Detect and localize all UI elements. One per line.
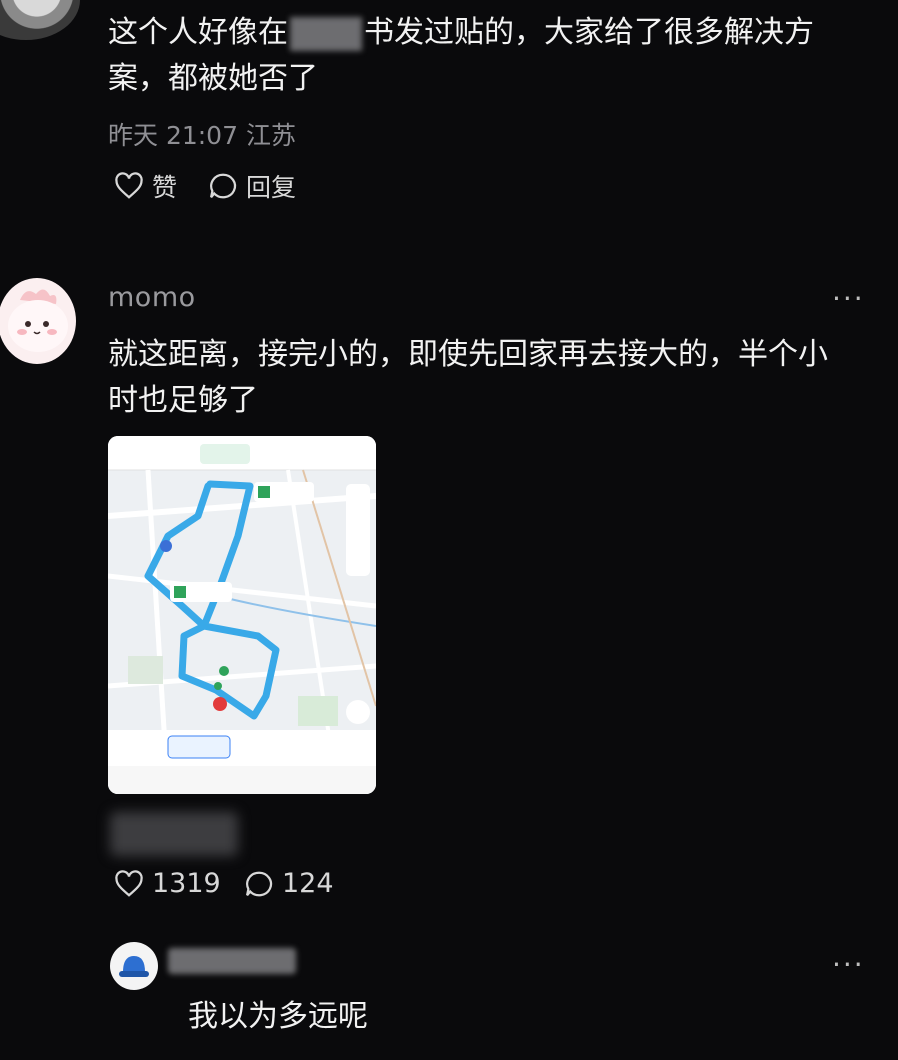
comment-count: 124 [282,868,334,899]
reply-text: 我以为多远呢 [188,999,368,1034]
heart-icon [115,869,143,897]
comment-text-part: 就这距离，接完小的，即使先回家再去接大的，半个小 [108,337,828,372]
comment-bubble-icon [246,871,273,896]
reply-label: 回复 [246,173,297,202]
avatar[interactable] [0,0,80,40]
like-label: 赞 [152,173,178,202]
comment-meta: 昨天 21:07 江苏 [108,121,296,150]
more-options-button[interactable]: ··· [832,282,865,315]
redacted-block [110,812,238,856]
like-button[interactable]: 1319 [114,868,221,899]
comment-text-part: 案，都被她否了 [108,61,318,96]
reply-button[interactable]: 回复 [208,168,296,204]
map-screenshot[interactable] [108,436,376,794]
like-count: 1319 [152,868,221,899]
redacted-username [168,948,296,974]
like-button[interactable]: 赞 [114,168,177,204]
route-map-image [108,436,376,794]
comment-text-part: 这个人好像在 [108,15,288,50]
cartoon-avatar-icon [8,289,68,352]
hat-avatar-icon [119,956,149,977]
comment-text: 这个人好像在 书发过贴的，大家给了很多解决方 案，都被她否了 [108,10,868,102]
heart-icon [115,172,143,199]
reply-avatar[interactable] [110,942,158,990]
comment-count-button[interactable]: 124 [244,868,334,899]
comment-bubble-icon [210,173,237,199]
redacted-block [290,16,362,51]
more-options-button[interactable]: ··· [832,948,865,981]
comment-text-part: 书发过贴的，大家给了很多解决方 [364,15,814,50]
avatar[interactable] [0,278,76,364]
comment-text: 就这距离，接完小的，即使先回家再去接大的，半个小 时也足够了 [108,332,878,424]
username[interactable]: momo [108,282,196,313]
comment-text-part: 时也足够了 [108,383,258,418]
